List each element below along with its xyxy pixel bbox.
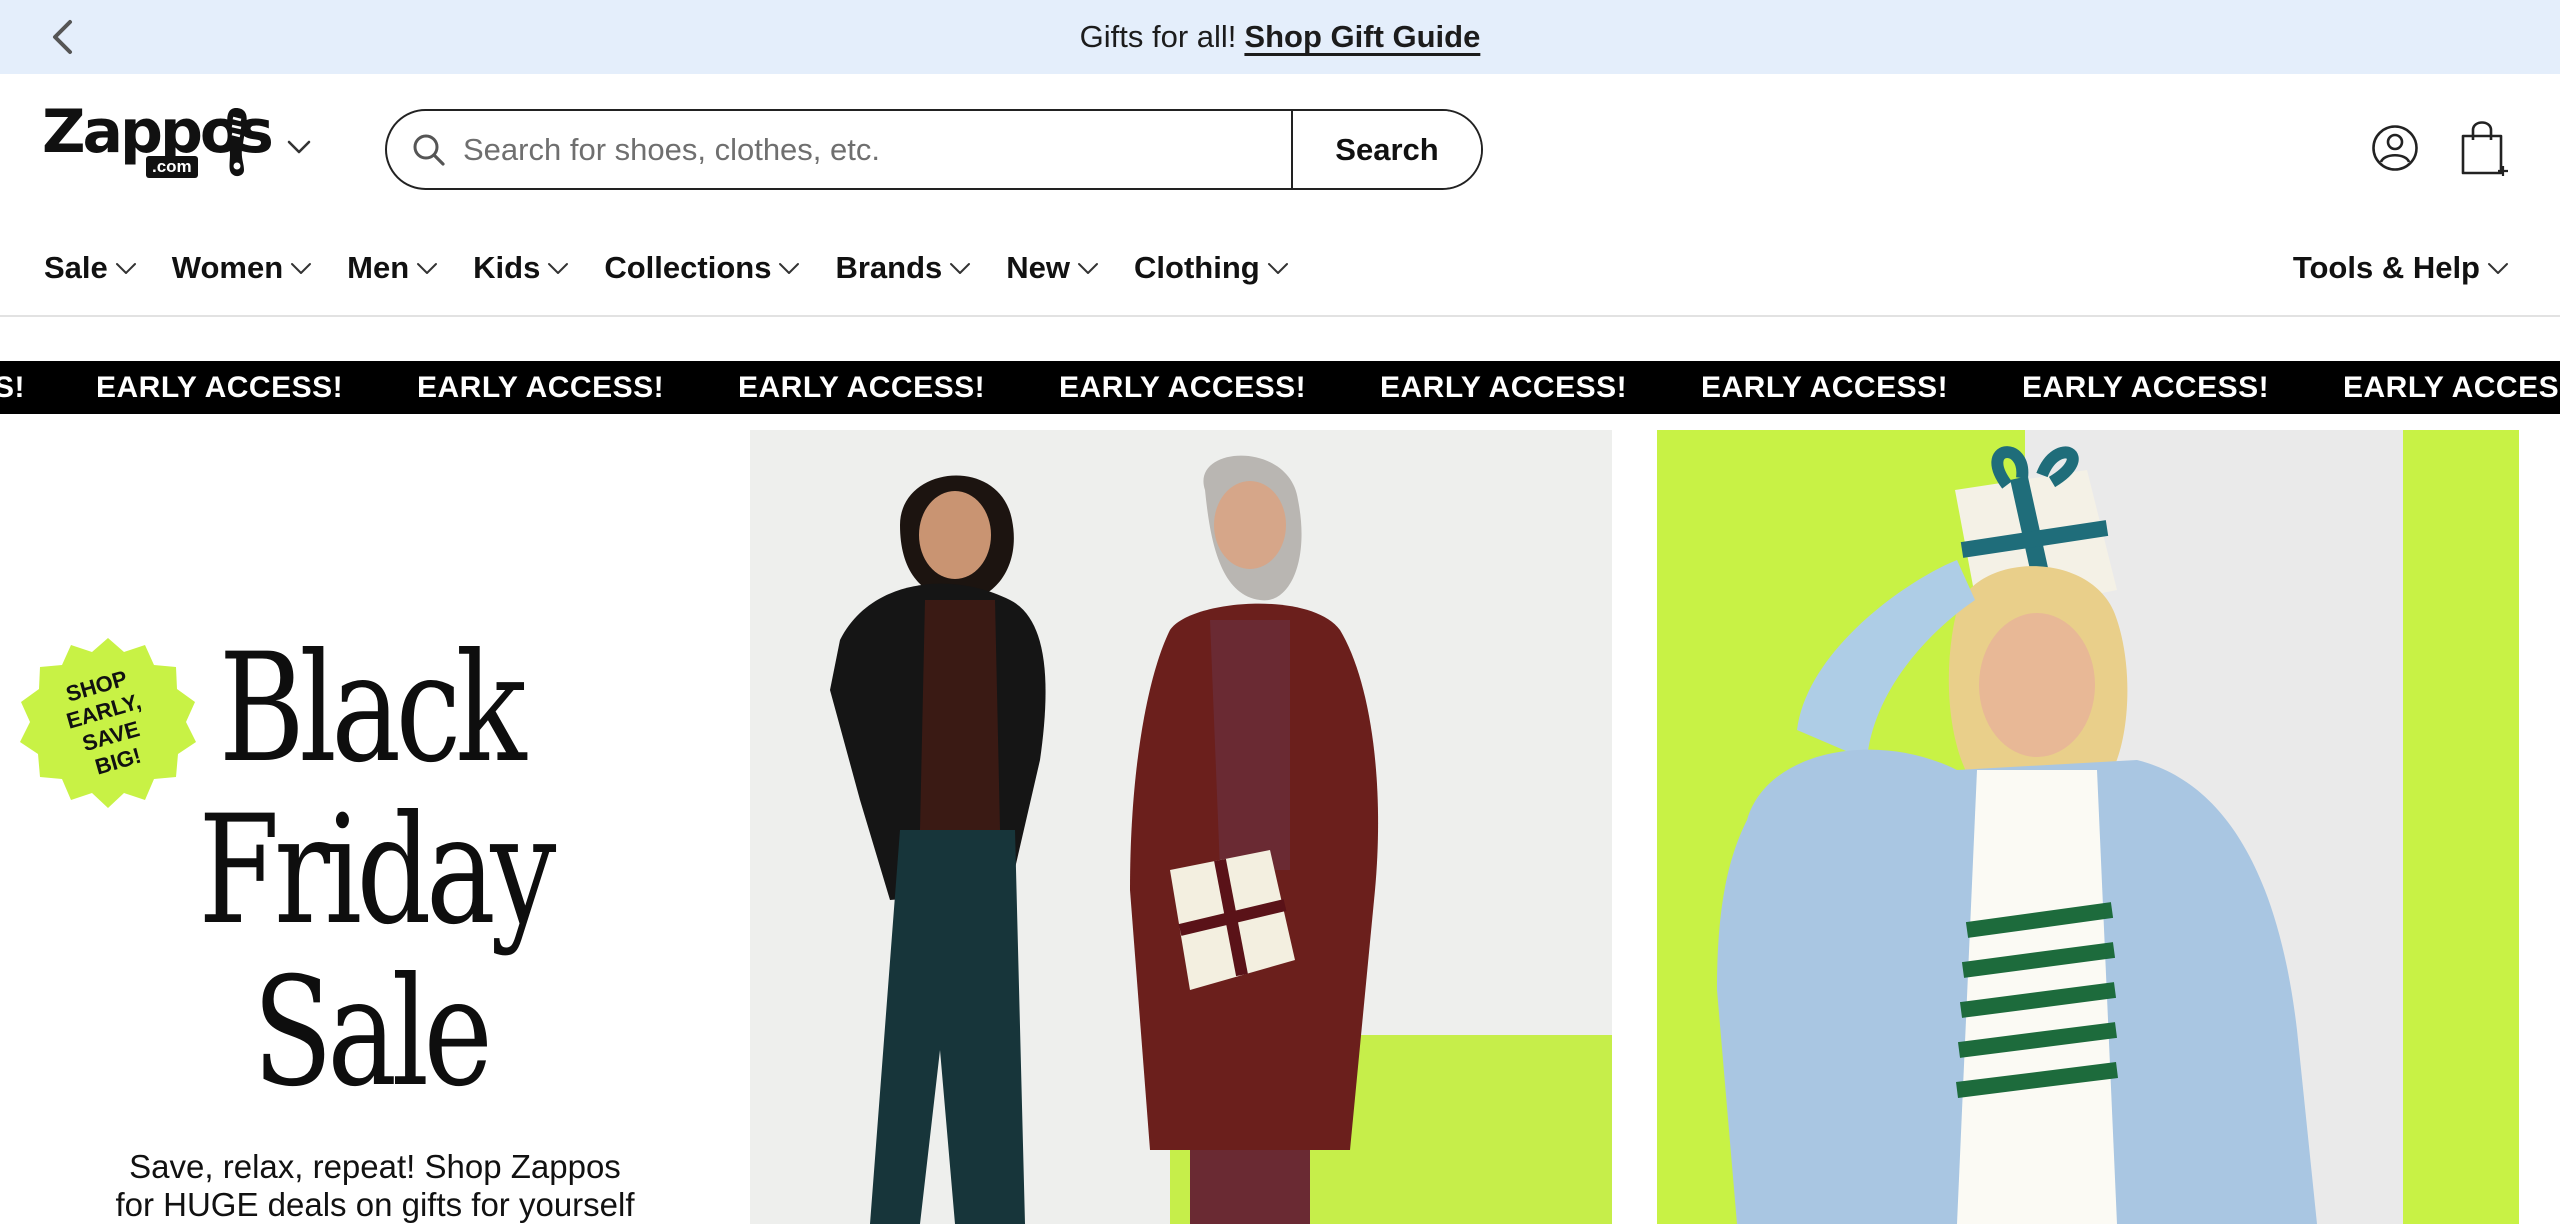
nav-label: Men [347,250,410,285]
nav-collections[interactable]: Collections [604,244,801,292]
nav-label: New [1006,250,1071,285]
ticker-item: S! [0,371,25,404]
hero-subtitle-line-1: Save, relax, repeat! Shop Zappos [129,1148,621,1185]
main-nav: Sale Women Men Kids Collections Brands N… [44,244,1324,292]
chevron-down-icon [2488,263,2508,274]
nav-kids[interactable]: Kids [473,244,570,292]
nav-label: Kids [473,250,541,285]
ticker-item: EARLY ACCESS! [1701,371,1949,404]
back-arrow-icon[interactable] [44,19,80,55]
black-friday-sale-headline[interactable]: Black Friday Sale [150,628,590,1114]
search-bar: Search [385,109,1483,190]
search-input[interactable] [449,111,1291,188]
shop-gift-guide-link[interactable]: Shop Gift Guide [1244,19,1480,55]
nav-label: Sale [44,250,108,285]
logo-dotcom: .com [146,156,198,178]
photo-illustration [1657,430,2519,1224]
chevron-down-icon [291,263,312,274]
ticker-item: EARLY ACCESS! [738,371,986,404]
nav-label: Tools & Help [2292,250,2480,285]
chevron-down-icon [417,263,438,274]
ticker-item: EARLY ACCESS! [2343,371,2560,404]
chevron-down-icon [1078,263,1099,274]
ticker-item: EARLY ACCESS! [96,371,344,404]
hero-photo-women-with-gift[interactable] [750,430,1612,1224]
search-button[interactable]: Search [1291,111,1481,188]
nav-sale[interactable]: Sale [44,244,138,292]
ticker-item: EARLY ACCESS! [417,371,665,404]
chevron-down-icon [548,263,569,274]
nav-label: Women [171,250,284,285]
headline-line-2: Friday [198,784,556,958]
nav-tools-and-help[interactable]: Tools & Help [2293,244,2510,292]
headline-line-3: Sale [252,946,493,1120]
hero-subtitle-line-2: for HUGE deals on gifts for yourself [115,1186,635,1223]
nav-new[interactable]: New [1006,244,1100,292]
ticker-item: EARLY ACCESS! [1059,371,1307,404]
nav-women[interactable]: Women [172,244,313,292]
nav-label: Brands [835,250,943,285]
announcement-text: Gifts for all! [1079,19,1237,54]
hero-photo-woman-gift-on-head[interactable] [1657,430,2519,1224]
chevron-down-icon [950,263,971,274]
chevron-down-icon [779,263,800,274]
hero-subtitle: Save, relax, repeat! Shop Zappos for HUG… [80,1148,670,1224]
early-access-ticker: S! EARLY ACCESS! EARLY ACCESS! EARLY ACC… [0,361,2560,414]
nav-label: Collections [604,250,772,285]
cart-bag-icon[interactable] [2458,118,2510,178]
ticker-item: EARLY ACCESS! [2022,371,2270,404]
nav-brands[interactable]: Brands [835,244,972,292]
headline-line-1: Black [218,622,527,796]
announcement-bar: Gifts for all! Shop Gift Guide [0,0,2560,74]
chevron-down-icon [115,263,136,274]
store-switch-chevron-down-icon[interactable] [283,131,315,163]
nav-clothing[interactable]: Clothing [1134,244,1290,292]
logo-shoe-icon [227,108,247,177]
photo-illustration [750,430,1612,1224]
search-icon [413,134,445,166]
ticker-item: EARLY ACCESS! [1380,371,1628,404]
account-icon[interactable] [2370,123,2420,173]
chevron-down-icon [1267,263,1288,274]
nav-divider [0,315,2560,317]
nav-label: Clothing [1134,250,1260,285]
nav-men[interactable]: Men [347,244,439,292]
zappos-logo[interactable]: Zappos .com [42,100,274,180]
